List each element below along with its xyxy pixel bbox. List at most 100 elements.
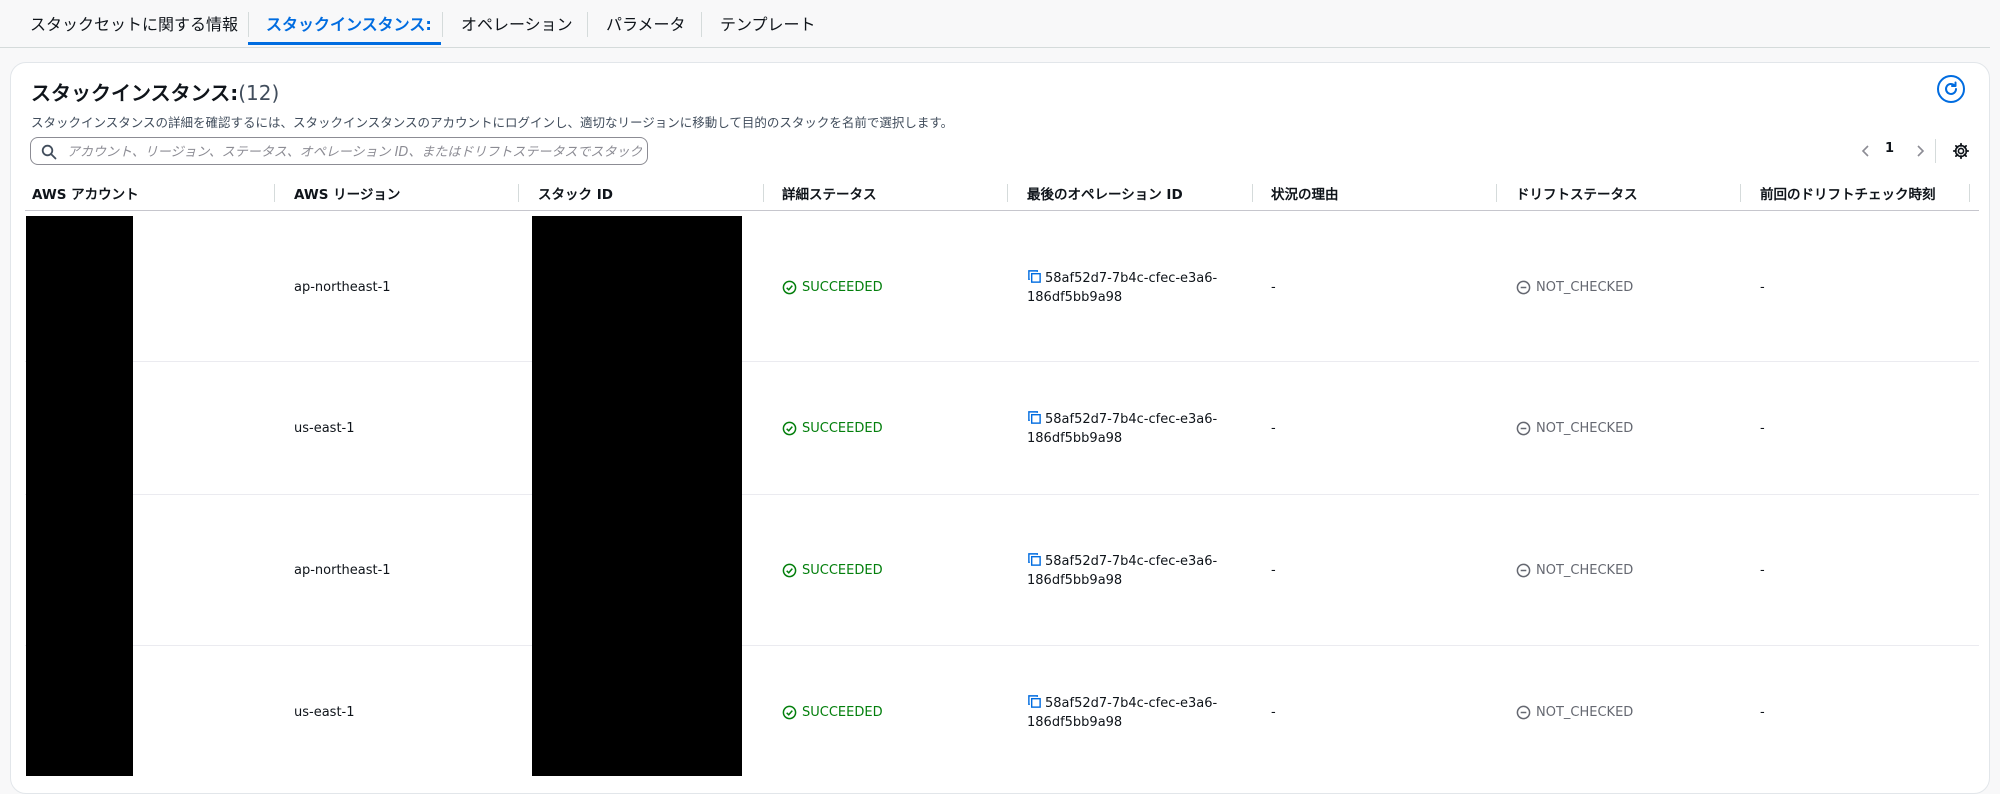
search-icon — [41, 144, 57, 160]
row-divider — [25, 645, 1979, 646]
drift-status-cell: NOT_CHECKED — [1516, 421, 1633, 436]
column-resizer[interactable] — [1496, 184, 1497, 202]
column-header-last-drift-check[interactable]: 前回のドリフトチェック時刻 — [1760, 183, 1936, 203]
success-icon — [782, 280, 797, 295]
operation-id-cell: 58af52d7-7b4c-cfec-e3a6- 186df5bb9a98 — [1027, 410, 1217, 448]
panel-description: スタックインスタンスの詳細を確認するには、スタックインスタンスのアカウントにログ… — [31, 115, 954, 130]
region-cell: ap-northeast-1 — [294, 280, 391, 295]
table-header-divider — [25, 210, 1979, 211]
tab-parameters[interactable]: パラメータ — [606, 0, 686, 44]
operation-id-link[interactable]: 58af52d7-7b4c-cfec-e3a6- — [1045, 271, 1217, 286]
active-tab-indicator — [248, 42, 441, 45]
tab-stackset-info[interactable]: スタックセットに関する情報 — [30, 0, 238, 44]
panel-title-text: スタックインスタンス: — [31, 81, 239, 105]
column-header-account[interactable]: AWS アカウント — [32, 183, 139, 203]
status-reason-cell: - — [1271, 421, 1276, 436]
tab-operations[interactable]: オペレーション — [461, 0, 573, 44]
status-reason-cell: - — [1271, 705, 1276, 720]
column-resizer[interactable] — [1007, 184, 1008, 202]
column-header-stack-id[interactable]: スタック ID — [538, 183, 613, 203]
status-reason-cell: - — [1271, 563, 1276, 578]
column-resizer[interactable] — [763, 184, 764, 202]
panel-title: スタックインスタンス:(12) — [31, 77, 279, 106]
column-resizer[interactable] — [1969, 184, 1970, 202]
drift-status-text: NOT_CHECKED — [1536, 280, 1634, 295]
row-divider — [25, 494, 1979, 495]
drift-status-text: NOT_CHECKED — [1536, 563, 1634, 578]
drift-status-cell: NOT_CHECKED — [1516, 280, 1633, 295]
status-text: SUCCEEDED — [802, 563, 883, 578]
tab-stack-instances[interactable]: スタックインスタンス: — [266, 0, 432, 44]
operation-id-link[interactable]: 58af52d7-7b4c-cfec-e3a6- — [1045, 554, 1217, 569]
status-cell: SUCCEEDED — [782, 280, 883, 295]
region-cell: ap-northeast-1 — [294, 563, 391, 578]
operation-id-cell: 58af52d7-7b4c-cfec-e3a6- 186df5bb9a98 — [1027, 269, 1217, 307]
copy-icon[interactable] — [1027, 552, 1042, 567]
redacted-stack-ids — [532, 216, 742, 776]
last-drift-check-cell: - — [1760, 563, 1765, 578]
column-resizer[interactable] — [1252, 184, 1253, 202]
previous-page-icon[interactable] — [1859, 143, 1873, 159]
refresh-icon — [1945, 81, 1957, 95]
instance-count: (12) — [238, 81, 280, 105]
next-page-icon[interactable] — [1913, 143, 1927, 159]
column-header-region[interactable]: AWS リージョン — [294, 183, 400, 203]
column-header-last-operation-id[interactable]: 最後のオペレーション ID — [1027, 183, 1183, 203]
status-cell: SUCCEEDED — [782, 421, 883, 436]
column-header-status-reason[interactable]: 状況の理由 — [1271, 183, 1339, 203]
operation-id-link-continued[interactable]: 186df5bb9a98 — [1027, 431, 1122, 446]
region-cell: us-east-1 — [294, 421, 355, 436]
copy-icon[interactable] — [1027, 410, 1042, 425]
redacted-account-ids — [26, 216, 133, 776]
tab-separator — [587, 12, 588, 37]
status-reason-cell: - — [1271, 280, 1276, 295]
operation-id-link-continued[interactable]: 186df5bb9a98 — [1027, 715, 1122, 730]
not-checked-icon — [1516, 563, 1531, 578]
stack-instances-panel: スタックインスタンス:(12) スタックインスタンスの詳細を確認するには、スタッ… — [10, 62, 1990, 794]
operation-id-link[interactable]: 58af52d7-7b4c-cfec-e3a6- — [1045, 696, 1217, 711]
search-input[interactable] — [65, 141, 644, 163]
operation-id-link-continued[interactable]: 186df5bb9a98 — [1027, 290, 1122, 305]
copy-icon[interactable] — [1027, 269, 1042, 284]
last-drift-check-cell: - — [1760, 280, 1765, 295]
success-icon — [782, 705, 797, 720]
column-resizer[interactable] — [274, 184, 275, 202]
operation-id-cell: 58af52d7-7b4c-cfec-e3a6- 186df5bb9a98 — [1027, 694, 1217, 732]
tab-separator — [442, 12, 443, 37]
search-box — [30, 137, 648, 165]
drift-status-cell: NOT_CHECKED — [1516, 563, 1633, 578]
pager-divider — [1935, 139, 1936, 163]
column-header-drift-status[interactable]: ドリフトステータス — [1516, 183, 1638, 203]
drift-status-cell: NOT_CHECKED — [1516, 705, 1633, 720]
gear-icon[interactable] — [1952, 142, 1970, 160]
drift-status-text: NOT_CHECKED — [1536, 421, 1634, 436]
operation-id-cell: 58af52d7-7b4c-cfec-e3a6- 186df5bb9a98 — [1027, 552, 1217, 590]
page-number[interactable]: 1 — [1885, 141, 1894, 156]
refresh-button[interactable] — [1937, 75, 1965, 103]
drift-status-text: NOT_CHECKED — [1536, 705, 1634, 720]
tab-bar: スタックセットに関する情報 スタックインスタンス: オペレーション パラメータ … — [0, 0, 1990, 48]
status-text: SUCCEEDED — [802, 280, 883, 295]
tab-separator — [248, 12, 249, 37]
not-checked-icon — [1516, 421, 1531, 436]
operation-id-link-continued[interactable]: 186df5bb9a98 — [1027, 573, 1122, 588]
success-icon — [782, 421, 797, 436]
status-text: SUCCEEDED — [802, 421, 883, 436]
operation-id-link[interactable]: 58af52d7-7b4c-cfec-e3a6- — [1045, 412, 1217, 427]
last-drift-check-cell: - — [1760, 705, 1765, 720]
column-header-detailed-status[interactable]: 詳細ステータス — [782, 183, 877, 203]
column-resizer[interactable] — [1740, 184, 1741, 202]
status-cell: SUCCEEDED — [782, 563, 883, 578]
status-cell: SUCCEEDED — [782, 705, 883, 720]
tab-template[interactable]: テンプレート — [720, 0, 816, 44]
column-resizer[interactable] — [518, 184, 519, 202]
success-icon — [782, 563, 797, 578]
not-checked-icon — [1516, 280, 1531, 295]
region-cell: us-east-1 — [294, 705, 355, 720]
tab-separator — [701, 12, 702, 37]
row-divider — [25, 361, 1979, 362]
not-checked-icon — [1516, 705, 1531, 720]
status-text: SUCCEEDED — [802, 705, 883, 720]
copy-icon[interactable] — [1027, 694, 1042, 709]
last-drift-check-cell: - — [1760, 421, 1765, 436]
